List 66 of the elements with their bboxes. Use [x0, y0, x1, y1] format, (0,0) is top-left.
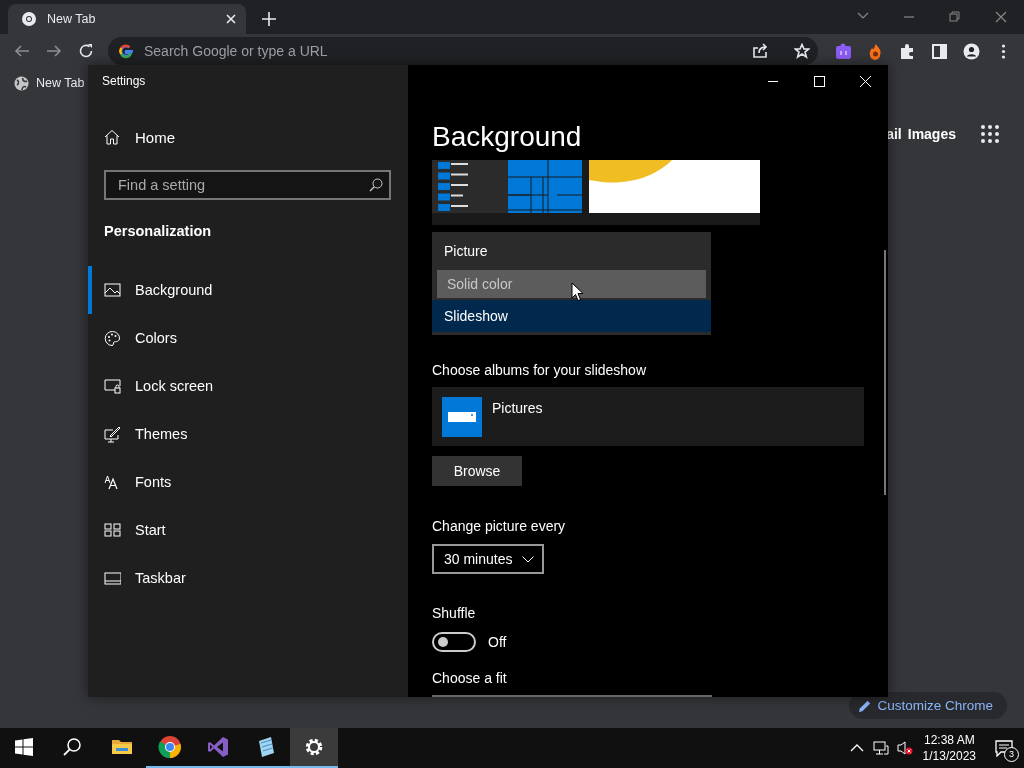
- mouse-cursor-icon: [571, 282, 584, 302]
- address-field[interactable]: Search Google or type a URL: [142, 42, 744, 60]
- browser-tab[interactable]: New Tab: [8, 4, 246, 34]
- toggle-state: Off: [488, 634, 507, 650]
- chevron-down-icon: [522, 555, 534, 563]
- apps-grid-icon[interactable]: [981, 125, 999, 143]
- folder-tile-icon: [442, 397, 482, 437]
- search-field[interactable]: Find a setting: [116, 176, 369, 194]
- monitor-brush-icon: [104, 425, 121, 443]
- nav-item[interactable]: Lock screen: [88, 362, 408, 410]
- toggle-switch[interactable]: [432, 632, 476, 652]
- maximize-icon[interactable]: [813, 75, 825, 87]
- search-box[interactable]: Find a setting: [104, 170, 391, 200]
- side-panel-icon[interactable]: [930, 42, 948, 60]
- header-link[interactable]: Images: [907, 126, 956, 142]
- visual-studio-icon: [206, 735, 230, 759]
- dropdown-option[interactable]: Slideshow: [432, 300, 711, 332]
- google-logo-icon: [118, 43, 134, 59]
- clock[interactable]: 12:38 AM 1/13/2023: [916, 728, 984, 768]
- page-heading: Background: [432, 120, 582, 154]
- nav-item[interactable]: Start: [88, 506, 408, 554]
- customize-chrome-button[interactable]: Customize Chrome: [849, 692, 1007, 719]
- section-label: Choose albums for your slideshow: [432, 361, 646, 380]
- dropdown-option[interactable]: Solid color: [437, 269, 706, 299]
- nav-item[interactable]: Fonts: [88, 458, 408, 506]
- dropdown-option[interactable]: Picture: [432, 235, 711, 267]
- section-label: Choose a fit: [432, 669, 507, 688]
- album-tile[interactable]: Pictures: [432, 387, 864, 446]
- home-icon: [104, 129, 120, 145]
- search-icon[interactable]: [63, 738, 81, 756]
- network-icon[interactable]: [872, 740, 889, 756]
- section-label: Change picture every: [432, 517, 566, 536]
- nav-item[interactable]: Themes: [88, 410, 408, 458]
- reload-icon[interactable]: [78, 43, 94, 59]
- plus-icon[interactable]: [262, 12, 276, 26]
- palette-icon: [104, 329, 121, 347]
- section-label: Shuffle: [432, 604, 476, 623]
- tiles-icon: [104, 521, 121, 539]
- bookmark-item[interactable]: New Tab: [14, 72, 85, 94]
- browse-button[interactable]: Browse: [432, 456, 522, 486]
- address-bar[interactable]: Search Google or type a URL: [108, 37, 818, 65]
- pencil-icon: [859, 699, 872, 712]
- nav-item[interactable]: Colors: [88, 314, 408, 362]
- windows-logo-icon[interactable]: [15, 738, 33, 756]
- globe-icon: [14, 75, 29, 91]
- picture-icon: [104, 281, 121, 299]
- notification-button[interactable]: 3: [984, 728, 1024, 768]
- section-heading: Personalization: [104, 222, 213, 241]
- tab-title: New Tab: [47, 12, 97, 26]
- chat-bubble-icon: [995, 739, 1013, 757]
- scrollbar[interactable]: [884, 250, 886, 495]
- forward-arrow-icon[interactable]: [46, 43, 62, 59]
- back-arrow-icon[interactable]: [14, 43, 30, 59]
- interval-dropdown[interactable]: 30 minutes: [432, 544, 544, 574]
- nav-item[interactable]: Taskbar: [88, 554, 408, 602]
- volume-muted-icon[interactable]: [896, 740, 913, 756]
- taskbar-icon: [104, 569, 121, 587]
- search-icon: [369, 178, 383, 192]
- profile-icon[interactable]: [962, 42, 980, 60]
- share-icon[interactable]: [752, 43, 768, 59]
- taskbar-app[interactable]: [290, 728, 338, 768]
- star-icon[interactable]: [794, 43, 810, 59]
- restore-icon[interactable]: [949, 11, 961, 23]
- window-title: Settings: [101, 73, 147, 90]
- home-link[interactable]: Home: [88, 117, 408, 157]
- lock-screen-icon: [104, 377, 121, 395]
